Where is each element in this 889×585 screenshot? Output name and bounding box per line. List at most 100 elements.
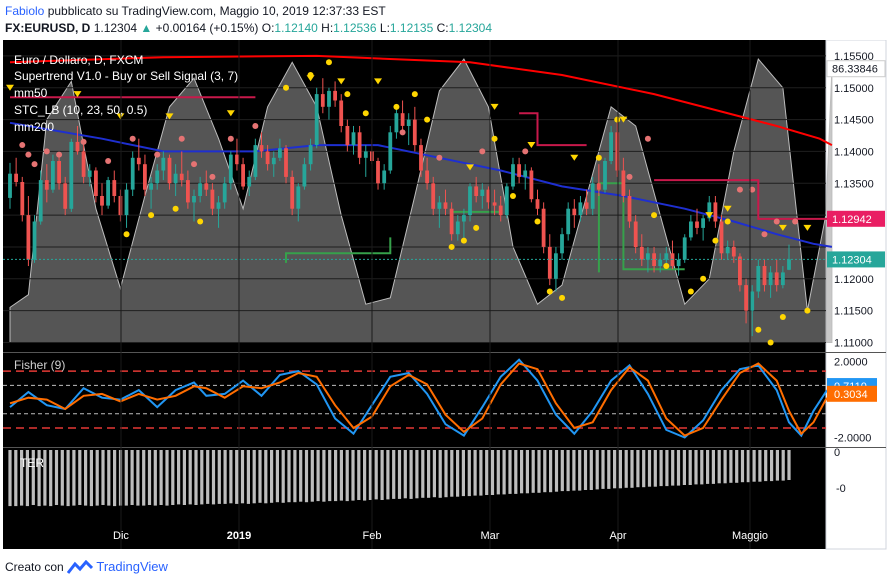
sell-signal-dot bbox=[626, 173, 633, 180]
candle-body bbox=[781, 272, 785, 286]
candle-body bbox=[100, 196, 104, 206]
publish-text: pubblicato su TradingView.com, Maggio 10… bbox=[47, 4, 386, 18]
candle-body bbox=[333, 90, 337, 101]
candle-body bbox=[339, 100, 344, 126]
sell-signal-dot bbox=[792, 218, 799, 225]
price-axis-tick: 1.11500 bbox=[834, 306, 873, 318]
time-axis-tick: Apr bbox=[609, 530, 626, 542]
author-link[interactable]: Fabiolo bbox=[5, 4, 44, 18]
fisher-axis-tick: -2.0000 bbox=[834, 433, 871, 445]
ter-bar bbox=[601, 450, 605, 489]
ter-bar bbox=[537, 450, 541, 493]
ter-bar bbox=[60, 450, 64, 506]
ter-value-label: -0 bbox=[836, 483, 846, 495]
ter-bar bbox=[310, 450, 314, 502]
ter-bar bbox=[770, 450, 774, 482]
sell-signal-dot bbox=[129, 135, 136, 142]
candle-body bbox=[136, 157, 141, 165]
ter-bar bbox=[84, 450, 88, 506]
price-axis-tick: 1.14500 bbox=[834, 115, 874, 127]
ter-bar bbox=[386, 450, 390, 500]
ter-bar bbox=[322, 450, 326, 502]
ter-bar bbox=[560, 450, 564, 492]
ter-bar bbox=[223, 450, 227, 504]
ter-bar bbox=[595, 450, 599, 490]
candle-body bbox=[118, 196, 123, 216]
ter-bar bbox=[258, 450, 262, 503]
sell-signal-dot bbox=[252, 122, 259, 129]
candle-body bbox=[695, 221, 699, 228]
candle-body bbox=[400, 113, 405, 126]
ter-bar bbox=[427, 450, 431, 498]
ter-bar bbox=[549, 450, 553, 493]
ter-bar bbox=[264, 450, 268, 504]
candle-body bbox=[701, 218, 705, 228]
ter-bar bbox=[700, 450, 704, 485]
candle-body bbox=[646, 253, 650, 260]
sell-signal-dot bbox=[773, 218, 780, 225]
ter-bar bbox=[717, 450, 721, 484]
close-label: C: bbox=[436, 21, 449, 35]
ter-bar bbox=[444, 450, 448, 498]
sell-signal-dot bbox=[736, 186, 743, 193]
ter-bar bbox=[130, 450, 134, 505]
candle-body bbox=[566, 208, 571, 235]
ter-bar bbox=[525, 450, 529, 494]
ter-bar bbox=[711, 450, 715, 484]
ter-bar bbox=[281, 450, 285, 503]
sell-signal-dot bbox=[227, 135, 234, 142]
open-value: 1.12140 bbox=[274, 21, 318, 35]
fisher-title: Fisher (9) bbox=[14, 358, 65, 372]
buy-signal-dot bbox=[197, 218, 204, 225]
price-axis-tick: 1.11000 bbox=[834, 337, 873, 349]
candle-body bbox=[351, 132, 356, 145]
tradingview-brand[interactable]: TradingView bbox=[96, 559, 168, 574]
candle-body bbox=[388, 132, 393, 171]
change-up-icon: ▲ bbox=[140, 21, 153, 35]
candle-body bbox=[241, 164, 245, 187]
open-label: O: bbox=[261, 21, 275, 35]
chart-area[interactable]: 1.155001.150001.145001.140001.135001.120… bbox=[0, 40, 889, 553]
ter-bar bbox=[572, 450, 576, 491]
ter-bar bbox=[380, 450, 384, 500]
ter-bar bbox=[177, 450, 181, 505]
price-axis-tick: 1.12000 bbox=[834, 274, 874, 286]
high-value: 1.12536 bbox=[333, 21, 377, 35]
ter-bar bbox=[473, 450, 477, 496]
ter-bar bbox=[781, 450, 785, 481]
candle-body bbox=[363, 151, 368, 158]
candle-body bbox=[431, 183, 436, 209]
legend-item: mm200 bbox=[14, 120, 54, 134]
ter-bar bbox=[688, 450, 692, 485]
candle-body bbox=[419, 145, 423, 171]
buy-signal-dot bbox=[362, 110, 369, 117]
ter-bar bbox=[467, 450, 471, 497]
candle-body bbox=[541, 208, 546, 247]
ter-bar bbox=[496, 450, 500, 495]
ter-bar bbox=[659, 450, 663, 487]
candle-body bbox=[462, 215, 466, 222]
sell-signal-dot bbox=[56, 151, 63, 158]
candle-body bbox=[621, 170, 626, 196]
ter-bar bbox=[403, 450, 407, 499]
time-axis-tick: 2019 bbox=[227, 530, 251, 542]
ter-bar bbox=[351, 450, 355, 501]
sell-signal-dot bbox=[399, 129, 406, 136]
ter-bar bbox=[159, 450, 163, 505]
candle-body bbox=[87, 170, 92, 177]
candle-body bbox=[376, 161, 380, 184]
buy-signal-dot bbox=[546, 288, 553, 295]
candle-body bbox=[492, 202, 497, 206]
candle-body bbox=[744, 285, 748, 311]
candle-body bbox=[357, 132, 362, 158]
ter-bar bbox=[153, 450, 157, 506]
candle-body bbox=[155, 170, 160, 184]
candle-body bbox=[615, 132, 620, 171]
ter-bar bbox=[583, 450, 588, 490]
candle-body bbox=[756, 266, 761, 292]
ter-bar bbox=[206, 450, 210, 504]
sell-signal-dot bbox=[31, 161, 38, 168]
ter-bar bbox=[647, 450, 652, 487]
buy-signal-dot bbox=[424, 116, 431, 123]
ter-bar bbox=[578, 450, 582, 491]
